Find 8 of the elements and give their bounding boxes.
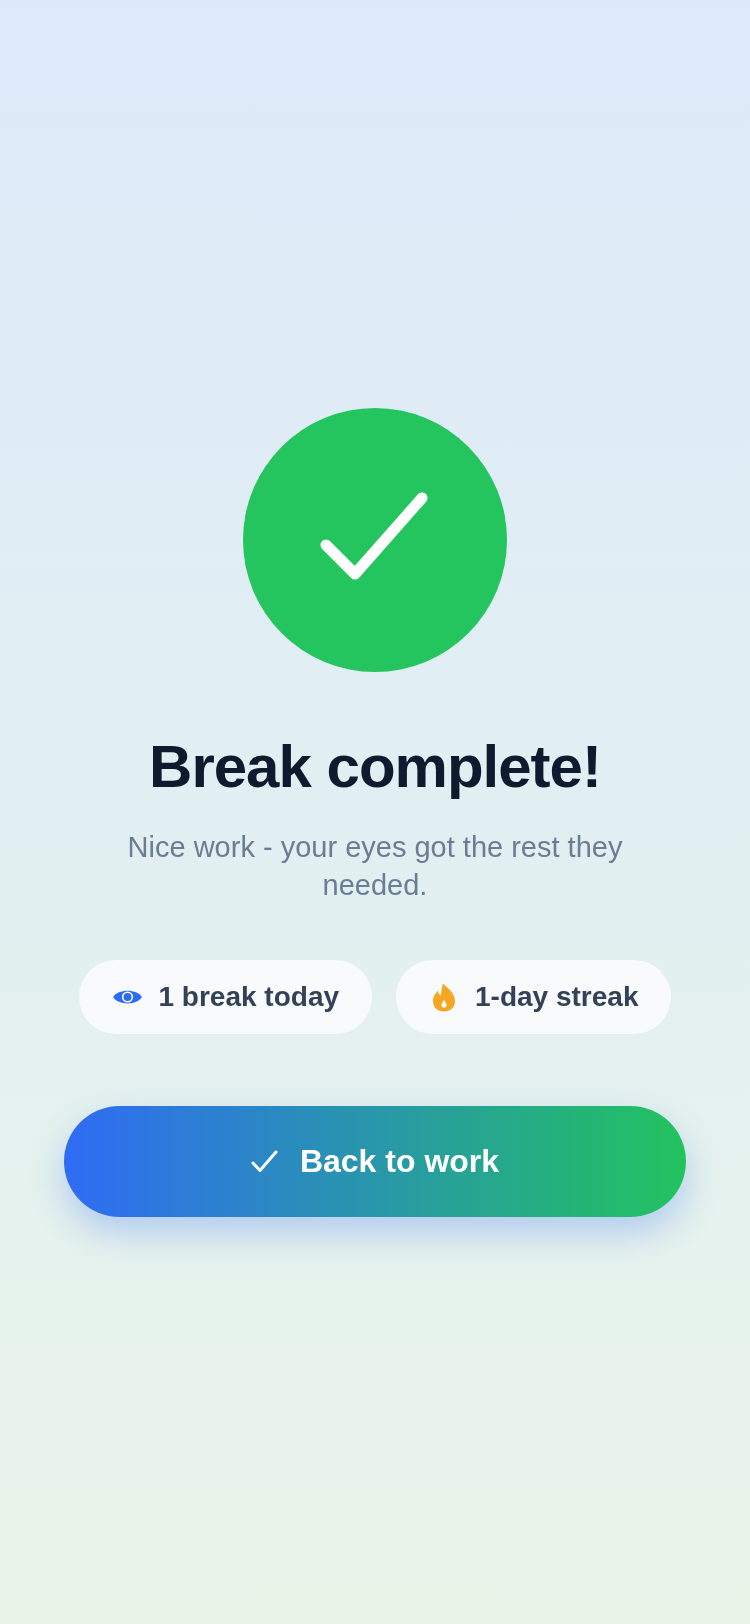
subtitle: Nice work - your eyes got the rest they needed. <box>126 830 624 903</box>
flame-icon <box>433 982 456 1012</box>
title: Break complete! <box>149 732 601 802</box>
check-circle-icon <box>243 408 507 672</box>
check-icon <box>250 1150 278 1173</box>
back-to-work-button[interactable]: Back to work <box>64 1106 686 1217</box>
stat-label: 1 break today <box>158 981 340 1013</box>
stat-label: 1-day streak <box>475 981 639 1013</box>
